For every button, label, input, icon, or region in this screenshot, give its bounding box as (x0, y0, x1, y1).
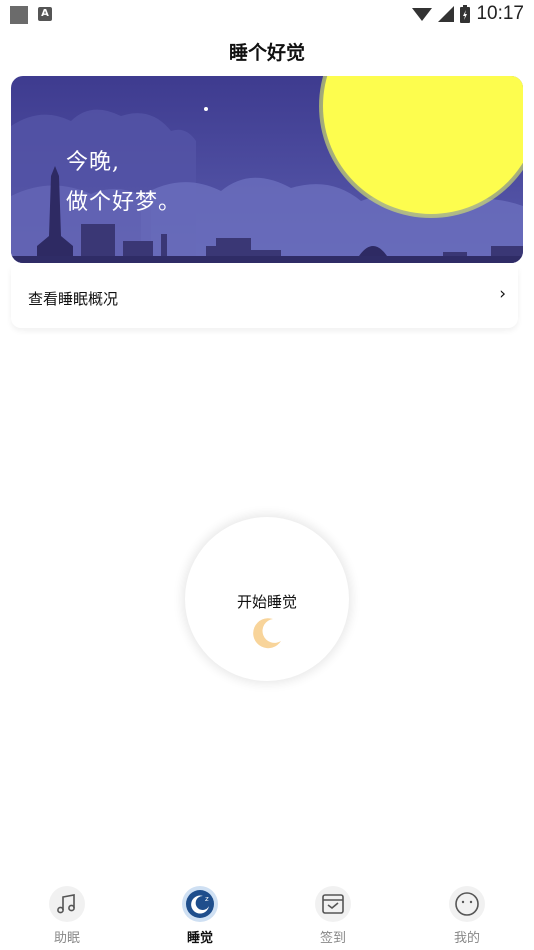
tab-checkin[interactable]: 签到 (293, 880, 373, 948)
music-note-icon (49, 886, 85, 922)
checkin-tray-icon (315, 886, 351, 922)
tab-sleep-aid-label: 助眠 (53, 931, 80, 946)
tab-profile[interactable]: 我的 (427, 880, 507, 948)
profile-face-icon (449, 886, 485, 922)
status-right: 10:17 (412, 3, 524, 25)
tab-checkin-label: 签到 (319, 931, 346, 946)
notification-square-icon (10, 6, 28, 24)
tab-sleep-label: 睡觉 (186, 931, 213, 946)
crescent-moon-icon (253, 618, 281, 649)
tab-sleep-aid[interactable]: 助眠 (27, 880, 107, 948)
battery-icon (460, 5, 471, 23)
start-sleep-label: 开始睡觉 (236, 593, 297, 611)
tab-sleep[interactable]: z 睡觉 (160, 880, 240, 948)
banner-text-line1: 今晚, (66, 150, 120, 175)
notification-a-icon: A (38, 7, 52, 21)
tab-profile-label: 我的 (453, 931, 480, 946)
wifi-icon (412, 8, 433, 21)
sleep-moon-icon: z (182, 886, 218, 922)
chevron-right-icon: › (499, 284, 506, 304)
clock-time: 10:17 (476, 3, 524, 24)
status-bar: A 10:17 (0, 0, 534, 28)
bottom-tab-bar: 助眠 z 睡觉 签到 我的 (0, 880, 534, 950)
banner-text-line2: 做个好梦。 (66, 190, 182, 215)
sleep-overview-link[interactable]: 查看睡眠概况 › (11, 266, 518, 328)
night-banner: 今晚, 做个好梦。 (11, 76, 523, 263)
start-sleep-button[interactable]: 开始睡觉 (185, 517, 349, 681)
svg-text:z: z (205, 895, 209, 903)
sleep-overview-label: 查看睡眠概况 (28, 290, 119, 308)
signal-icon (438, 6, 455, 22)
page-title: 睡个好觉 (228, 42, 305, 64)
